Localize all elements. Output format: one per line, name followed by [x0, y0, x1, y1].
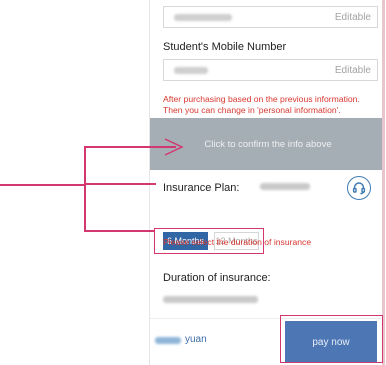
duration-options-highlight [154, 228, 264, 254]
pay-now-highlight [280, 315, 383, 363]
redacted-duration [163, 296, 258, 303]
redacted-value [174, 67, 208, 74]
annotation-line [84, 184, 86, 231]
student-info-card: Editable Student's Mobile Number Editabl… [150, 0, 385, 88]
editable-label: Editable [334, 12, 371, 23]
annotation-line [84, 146, 176, 148]
student-name-field[interactable]: Editable [163, 6, 378, 28]
redacted-value [174, 14, 232, 21]
headset-icon[interactable] [347, 176, 371, 200]
mobile-number-title: Student's Mobile Number [163, 41, 287, 53]
phone-screen: Editable Student's Mobile Number Editabl… [149, 0, 385, 365]
mobile-number-field[interactable]: Editable [163, 59, 378, 81]
duration-label: Duration of insurance: [163, 272, 271, 284]
annotation-line [84, 230, 154, 232]
insurance-plan-label: Insurance Plan: [163, 182, 240, 194]
duration-card: Duration of insurance: [150, 262, 385, 312]
price-suffix: yuan [185, 334, 207, 345]
annotation-arrow [164, 138, 184, 156]
redacted-plan-name [260, 183, 310, 190]
annotation-line [84, 183, 156, 185]
redacted-price [155, 337, 181, 344]
annotation-line [0, 184, 85, 186]
confirm-info-label: Click to confirm the info above [204, 138, 332, 150]
editable-label: Editable [334, 65, 371, 76]
info-change-warning: After purchasing based on the previous i… [163, 94, 360, 115]
annotation-line [84, 146, 86, 184]
